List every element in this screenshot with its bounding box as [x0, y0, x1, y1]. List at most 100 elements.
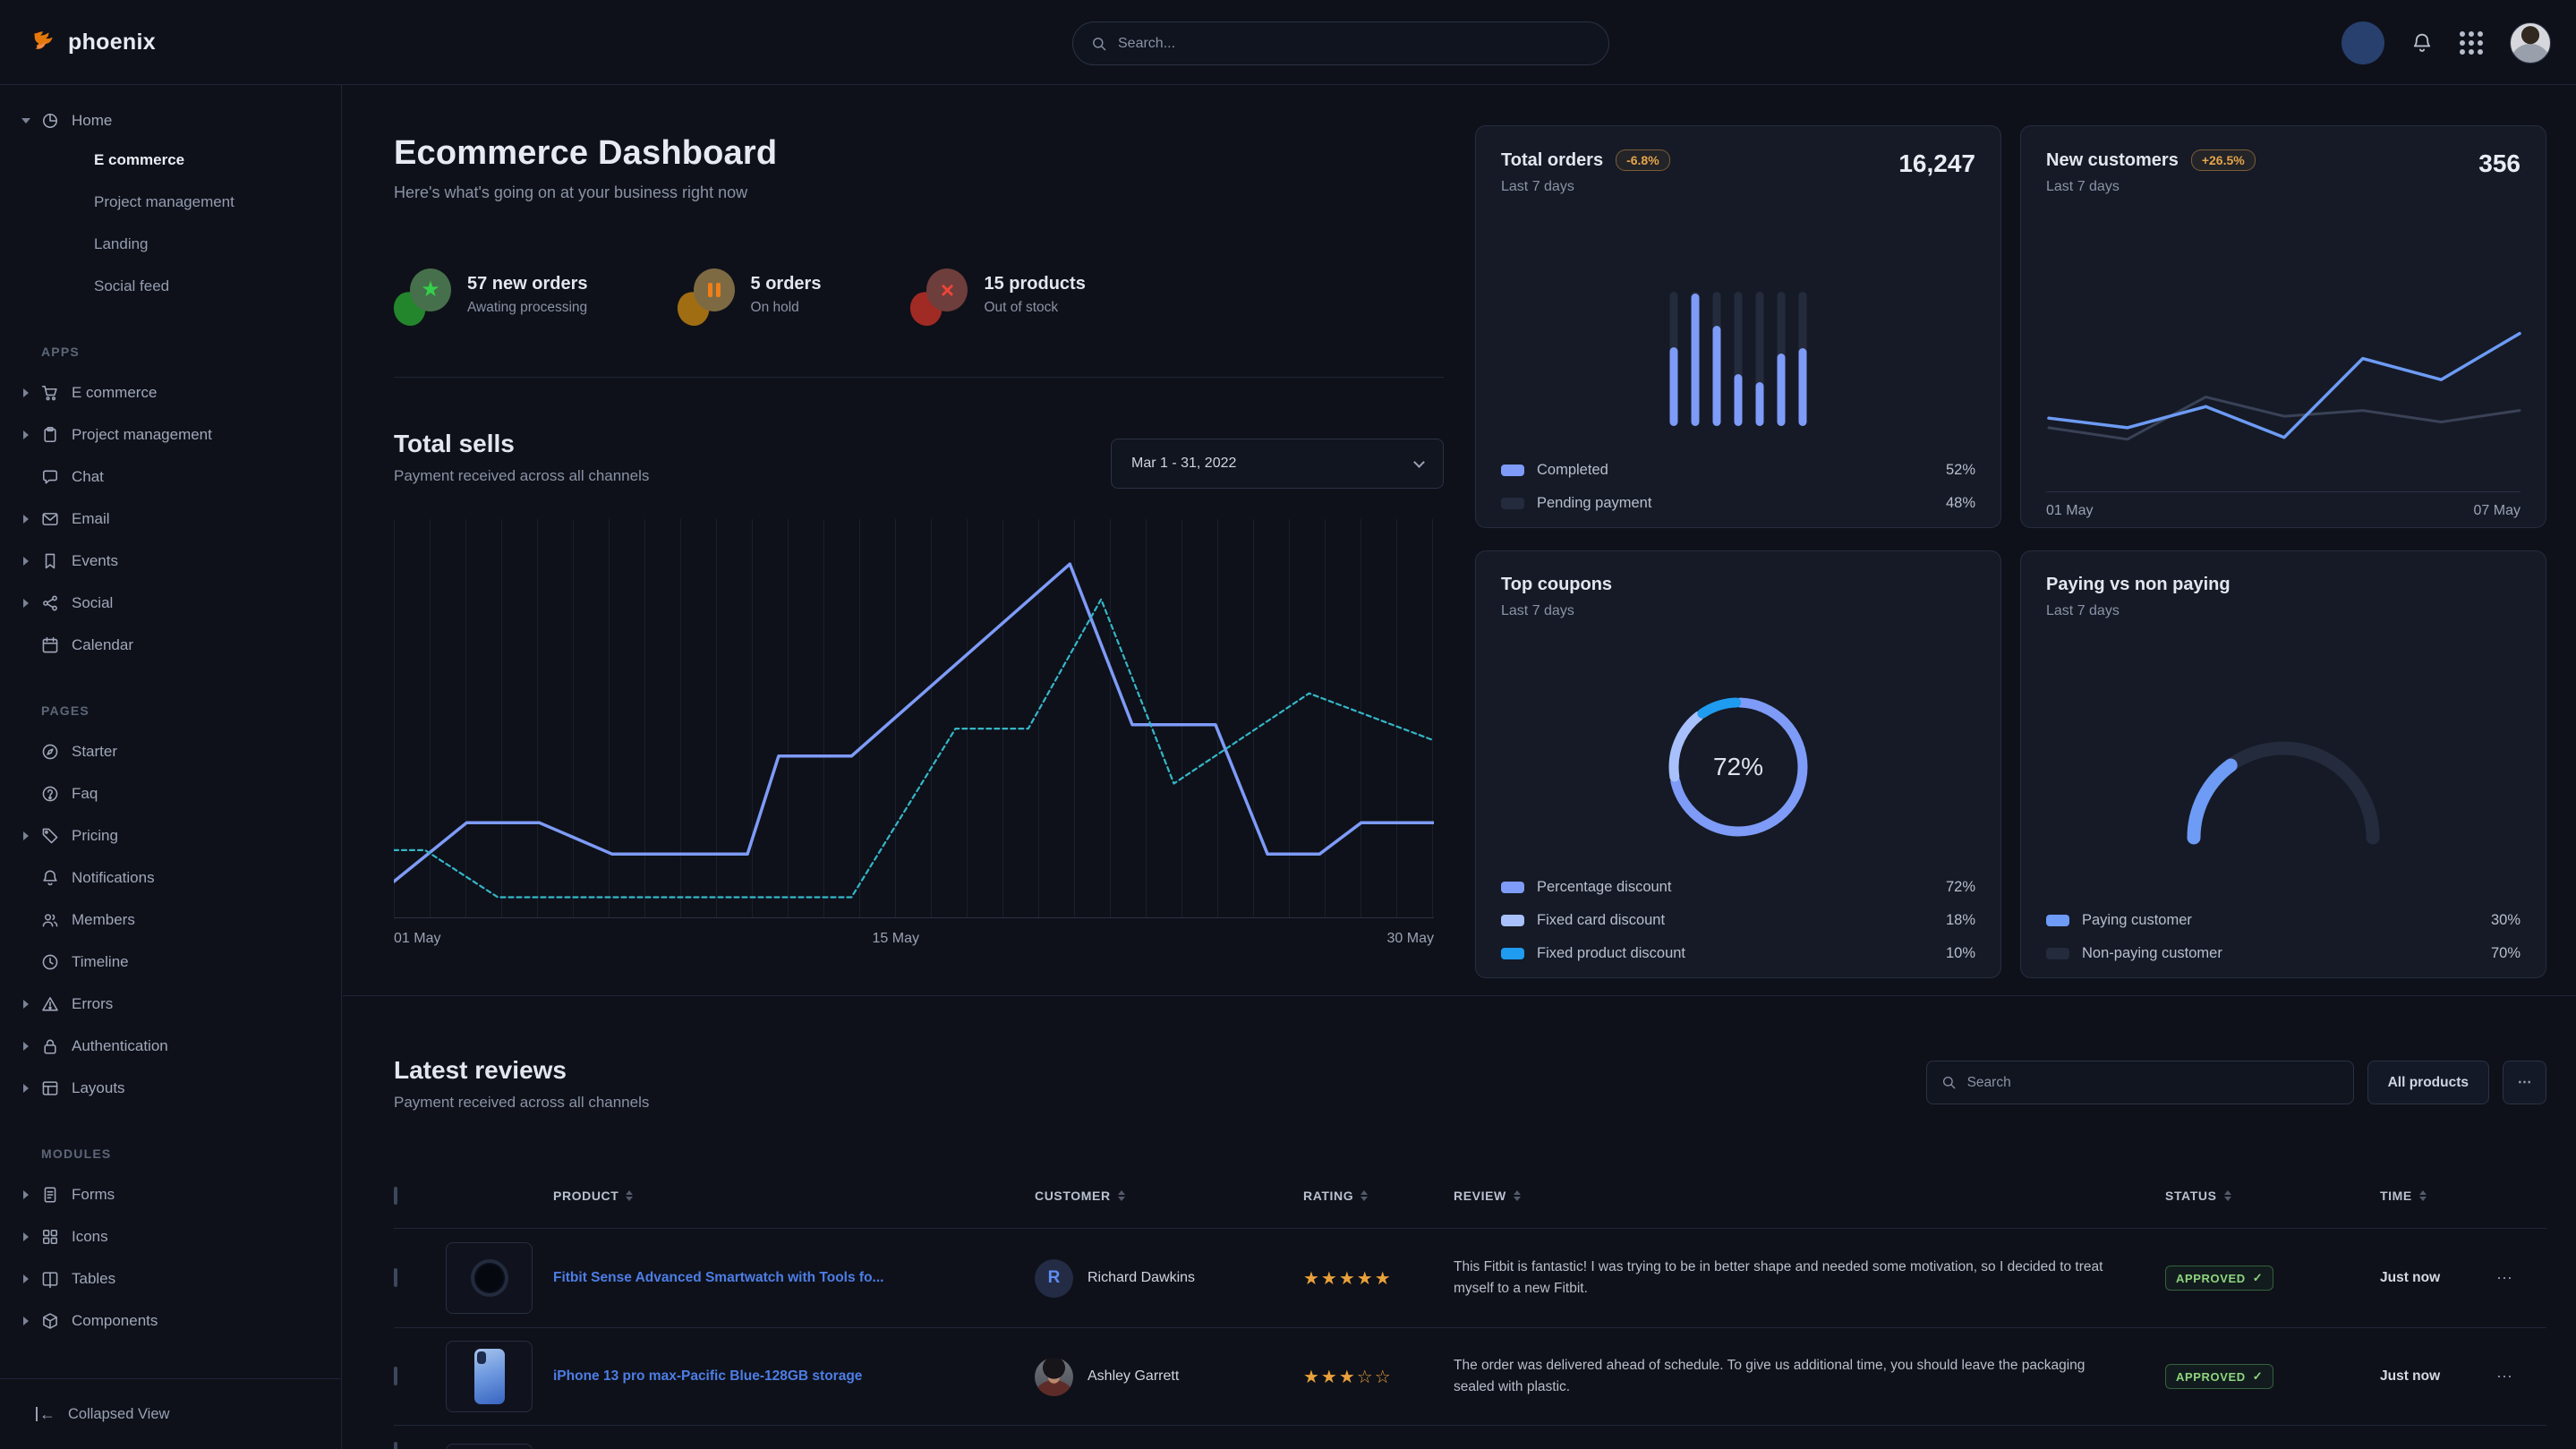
sidebar-item-label: Errors [72, 995, 113, 1013]
legend-value: 48% [1946, 495, 1975, 512]
card-value: 16,247 [1898, 149, 1975, 178]
sidebar: Home E commerce Project management Landi… [0, 85, 342, 1449]
sidebar-item-components[interactable]: Components [0, 1300, 341, 1342]
sidebar-item-landing[interactable]: Landing [0, 223, 341, 265]
date-range-select[interactable]: Mar 1 - 31, 2022 [1111, 439, 1444, 489]
sidebar-item-starter[interactable]: Starter [0, 730, 341, 772]
sidebar-item-calendar[interactable]: Calendar [0, 624, 341, 666]
row-checkbox[interactable] [394, 1367, 397, 1385]
column-header-customer[interactable]: CUSTOMER [1035, 1189, 1303, 1203]
sidebar-item-project-management[interactable]: Project management [0, 413, 341, 456]
sidebar-item-label: E commerce [72, 384, 157, 402]
paying-legend: Paying customer30% Non-paying customer70… [2046, 904, 2521, 970]
sidebar-item-label: Components [72, 1312, 158, 1330]
more-options-button[interactable]: ⋯ [2503, 1061, 2546, 1104]
all-products-button[interactable]: All products [2367, 1061, 2489, 1104]
new-orders-icon: ★ [394, 268, 451, 328]
sidebar-item-layouts[interactable]: Layouts [0, 1067, 341, 1109]
sidebar-item-label: Tables [72, 1270, 115, 1288]
stat-value: 57 new orders [467, 268, 588, 294]
out-of-stock-icon: × [910, 268, 968, 328]
column-header-status[interactable]: STATUS [2165, 1189, 2380, 1203]
dark-mode-toggle[interactable] [2341, 21, 2384, 64]
latest-reviews-subtitle: Payment received across all channels [394, 1094, 649, 1112]
sort-icon [1361, 1190, 1368, 1201]
legend-swatch [2046, 948, 2069, 959]
table-row: Fitbit Sense Advanced Smartwatch with To… [394, 1229, 2546, 1328]
sidebar-item-label: Members [72, 911, 135, 929]
row-actions-button[interactable]: ⋯ [2496, 1269, 2546, 1288]
product-thumbnail-smartwatch[interactable] [446, 1242, 533, 1314]
column-header-rating[interactable]: RATING [1303, 1189, 1454, 1203]
card-value: 356 [2478, 149, 2521, 178]
sidebar-item-home[interactable]: Home [0, 103, 341, 139]
collapse-sidebar-button[interactable]: ← Collapsed View [0, 1378, 340, 1449]
navbar-actions [2341, 0, 2551, 85]
order-bar [1713, 292, 1721, 426]
sidebar-item-ecommerce[interactable]: E commerce [0, 371, 341, 413]
product-link[interactable]: iPhone 13 pro max-Pacific Blue-128GB sto… [553, 1367, 1035, 1386]
column-header-time[interactable]: TIME [2380, 1189, 2496, 1203]
gauge-arc [2171, 721, 2395, 847]
sidebar-item-authentication[interactable]: Authentication [0, 1025, 341, 1067]
sidebar-item-social[interactable]: Social [0, 582, 341, 624]
sidebar-item-pricing[interactable]: Pricing [0, 814, 341, 857]
customer-name: Ashley Garrett [1088, 1368, 1179, 1385]
sidebar-item-members[interactable]: Members [0, 899, 341, 941]
sidebar-item-social-feed[interactable]: Social feed [0, 265, 341, 307]
legend-value: 52% [1946, 462, 1975, 479]
check-icon: ✓ [2253, 1369, 2264, 1384]
table-header-row: PRODUCT CUSTOMER RATING REVIEW STATUS TI… [394, 1163, 2546, 1229]
column-header-product[interactable]: PRODUCT [553, 1189, 1035, 1203]
legend-swatch [1501, 498, 1524, 509]
sidebar-item-label: Project management [94, 193, 235, 211]
row-checkbox[interactable] [394, 1442, 397, 1449]
global-search-input[interactable] [1118, 36, 1591, 52]
select-all-checkbox[interactable] [394, 1187, 397, 1205]
donut-center-label: 72% [1662, 691, 1814, 843]
product-thumbnail[interactable] [446, 1444, 533, 1449]
card-period: Last 7 days [1501, 179, 1670, 195]
caret-down-icon [21, 118, 30, 124]
rating-stars: ★★★★★ [1303, 1267, 1454, 1290]
reviews-search[interactable] [1926, 1061, 2354, 1104]
sidebar-item-email[interactable]: Email [0, 498, 341, 540]
user-avatar[interactable] [2510, 22, 2551, 64]
card-title: Top coupons [1501, 575, 1612, 595]
customers-x-axis: 01 May 07 May [2046, 491, 2521, 519]
sidebar-item-tables[interactable]: Tables [0, 1257, 341, 1300]
sidebar-item-faq[interactable]: Faq [0, 772, 341, 814]
sort-icon [1118, 1190, 1125, 1201]
row-actions-button[interactable]: ⋯ [2496, 1368, 2546, 1386]
apps-menu-button[interactable] [2460, 31, 2483, 55]
chat-icon [41, 468, 59, 486]
sidebar-item-timeline[interactable]: Timeline [0, 941, 341, 983]
sidebar-item-project-management-home[interactable]: Project management [0, 181, 341, 223]
on-hold-icon [678, 268, 735, 328]
sidebar-item-ecommerce-home[interactable]: E commerce [0, 139, 341, 181]
caret-right-icon [23, 1000, 29, 1009]
total-sells-subtitle: Payment received across all channels [394, 467, 649, 485]
calendar-icon [41, 636, 59, 654]
sidebar-item-events[interactable]: Events [0, 540, 341, 582]
global-search[interactable] [1072, 21, 1609, 65]
reviews-search-input[interactable] [1967, 1075, 2339, 1091]
product-thumbnail-iphone[interactable] [446, 1341, 533, 1412]
star-icon: ★ [421, 279, 440, 301]
rating-stars: ★★★☆☆ [1303, 1366, 1454, 1388]
sidebar-item-icons[interactable]: Icons [0, 1215, 341, 1257]
notifications-button[interactable] [2411, 32, 2433, 54]
card-period: Last 7 days [2046, 603, 2231, 619]
sidebar-item-notifications[interactable]: Notifications [0, 857, 341, 899]
column-header-review[interactable]: REVIEW [1454, 1189, 2165, 1203]
question-circle-icon [41, 785, 59, 803]
sidebar-item-forms[interactable]: Forms [0, 1173, 341, 1215]
brand-logo[interactable]: phoenix [27, 0, 156, 85]
sidebar-item-errors[interactable]: Errors [0, 983, 341, 1025]
order-bar [1670, 292, 1678, 426]
collapse-label: Collapsed View [68, 1406, 169, 1423]
sidebar-item-chat[interactable]: Chat [0, 456, 341, 498]
product-link[interactable]: Fitbit Sense Advanced Smartwatch with To… [553, 1268, 1035, 1288]
page-subtitle: Here's what's going on at your business … [394, 183, 747, 202]
row-checkbox[interactable] [394, 1268, 397, 1287]
